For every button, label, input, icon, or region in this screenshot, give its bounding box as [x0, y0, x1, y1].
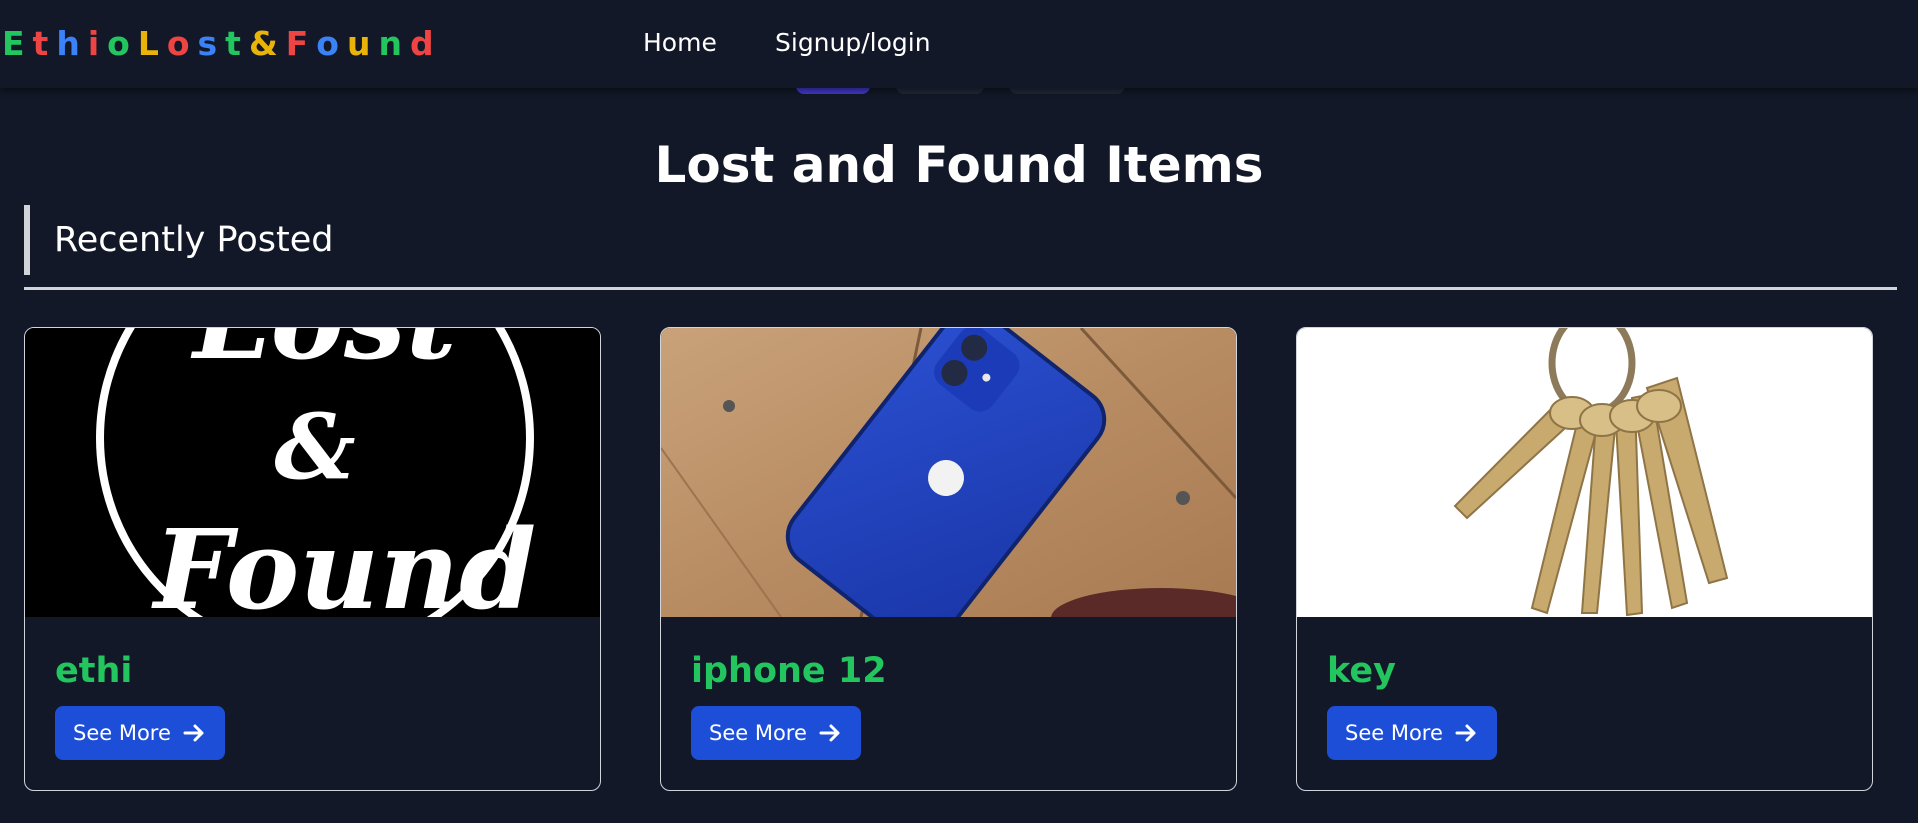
see-more-label: See More	[73, 721, 171, 745]
svg-text:Lost: Lost	[190, 328, 456, 384]
logo-letter: n	[378, 24, 410, 63]
logo-letter: s	[197, 24, 226, 63]
logo-letter: d	[409, 24, 442, 63]
see-more-label: See More	[709, 721, 807, 745]
navbar: EthioLost&Found Home Signup/login	[0, 0, 1918, 88]
logo-letter: o	[316, 24, 347, 63]
logo-letter: h	[56, 24, 88, 63]
see-more-button[interactable]: See More	[1327, 706, 1497, 760]
lost-and-found-logo-image: Lost & Found	[25, 328, 600, 617]
logo-letter: o	[107, 24, 138, 63]
logo-letter: &	[248, 24, 286, 63]
svg-text:Found: Found	[151, 505, 536, 617]
page-title: Lost and Found Items	[654, 136, 1264, 194]
logo-letter: t	[32, 24, 57, 63]
card-title: iphone 12	[691, 651, 887, 691]
keys-image	[1297, 328, 1872, 617]
site-logo[interactable]: EthioLost&Found	[2, 24, 442, 64]
nav-signup-login-link[interactable]: Signup/login	[775, 26, 931, 60]
logo-letter: L	[137, 24, 167, 63]
item-card: iphone 12 See More	[660, 327, 1237, 791]
logo-letter: E	[2, 24, 33, 63]
logo-letter: F	[285, 24, 317, 63]
iphone-image	[661, 328, 1236, 617]
see-more-button[interactable]: See More	[691, 706, 861, 760]
nav-home-link[interactable]: Home	[643, 26, 717, 60]
logo-letter: t	[225, 24, 249, 63]
arrow-right-icon	[1455, 723, 1477, 743]
arrow-right-icon	[819, 723, 841, 743]
logo-letter: o	[166, 24, 198, 63]
item-card: key See More	[1296, 327, 1873, 791]
logo-letter: i	[87, 24, 108, 63]
see-more-button[interactable]: See More	[55, 706, 225, 760]
card-title: key	[1327, 651, 1396, 691]
see-more-label: See More	[1345, 721, 1443, 745]
section-divider	[24, 287, 1897, 290]
logo-letter: u	[346, 24, 379, 63]
svg-text:&: &	[274, 394, 355, 500]
item-card: Lost & Found ethi See More	[24, 327, 601, 791]
card-title: ethi	[55, 651, 133, 691]
arrow-right-icon	[183, 723, 205, 743]
section-heading: Recently Posted	[24, 205, 334, 275]
